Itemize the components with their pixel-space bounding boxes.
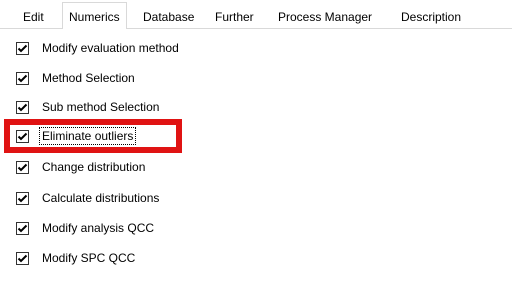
checkbox-row-modify-evaluation-method[interactable]: Modify evaluation method [16,40,179,56]
checkmark-icon [17,194,28,202]
checkbox-row-sub-method-selection[interactable]: Sub method Selection [16,99,159,115]
checkbox-label: Modify evaluation method [42,41,179,55]
checkbox-label: Modify SPC QCC [42,251,136,265]
checkmark-icon [17,254,28,262]
checkmark-icon [17,103,28,111]
checkbox-eliminate-outliers[interactable] [16,129,29,143]
checkbox-modify-evaluation-method[interactable] [16,41,29,55]
checkmark-icon [17,224,28,232]
checkbox-label: Modify analysis QCC [42,221,155,235]
checkbox-row-modify-analysis-qcc[interactable]: Modify analysis QCC [16,220,154,236]
checkmark-icon [17,163,28,171]
tab-process-manager[interactable]: Process Manager [278,8,372,26]
checkbox-modify-analysis-qcc[interactable] [16,221,29,235]
checkbox-label-focused: Eliminate outliers [38,127,137,145]
checkbox-row-eliminate-outliers[interactable]: Eliminate outliers [16,127,137,145]
checkbox-change-distribution[interactable] [16,160,29,174]
tab-description[interactable]: Description [401,8,461,26]
checkmark-icon [17,132,28,140]
checkbox-label: Method Selection [42,71,135,85]
checkbox-row-calculate-distributions[interactable]: Calculate distributions [16,190,159,206]
checkbox-calculate-distributions[interactable] [16,191,29,205]
checkmark-icon [17,74,28,82]
checkbox-row-modify-spc-qcc[interactable]: Modify SPC QCC [16,250,135,266]
checkbox-row-change-distribution[interactable]: Change distribution [16,159,145,175]
checkbox-sub-method-selection[interactable] [16,100,29,114]
checkbox-row-method-selection[interactable]: Method Selection [16,70,135,86]
checkbox-modify-spc-qcc[interactable] [16,251,29,265]
tab-further[interactable]: Further [215,8,254,26]
checkbox-method-selection[interactable] [16,71,29,85]
checkbox-label: Calculate distributions [42,191,160,205]
checkmark-icon [17,44,28,52]
checkbox-label: Change distribution [42,160,146,174]
tab-strip: Edit Numerics Database Further Process M… [0,0,512,29]
numerics-panel: Modify evaluation method Method Selectio… [0,29,512,301]
checkbox-label: Sub method Selection [42,100,160,114]
tab-database[interactable]: Database [143,8,194,26]
tab-edit[interactable]: Edit [23,8,44,26]
tab-numerics[interactable]: Numerics [62,2,127,29]
